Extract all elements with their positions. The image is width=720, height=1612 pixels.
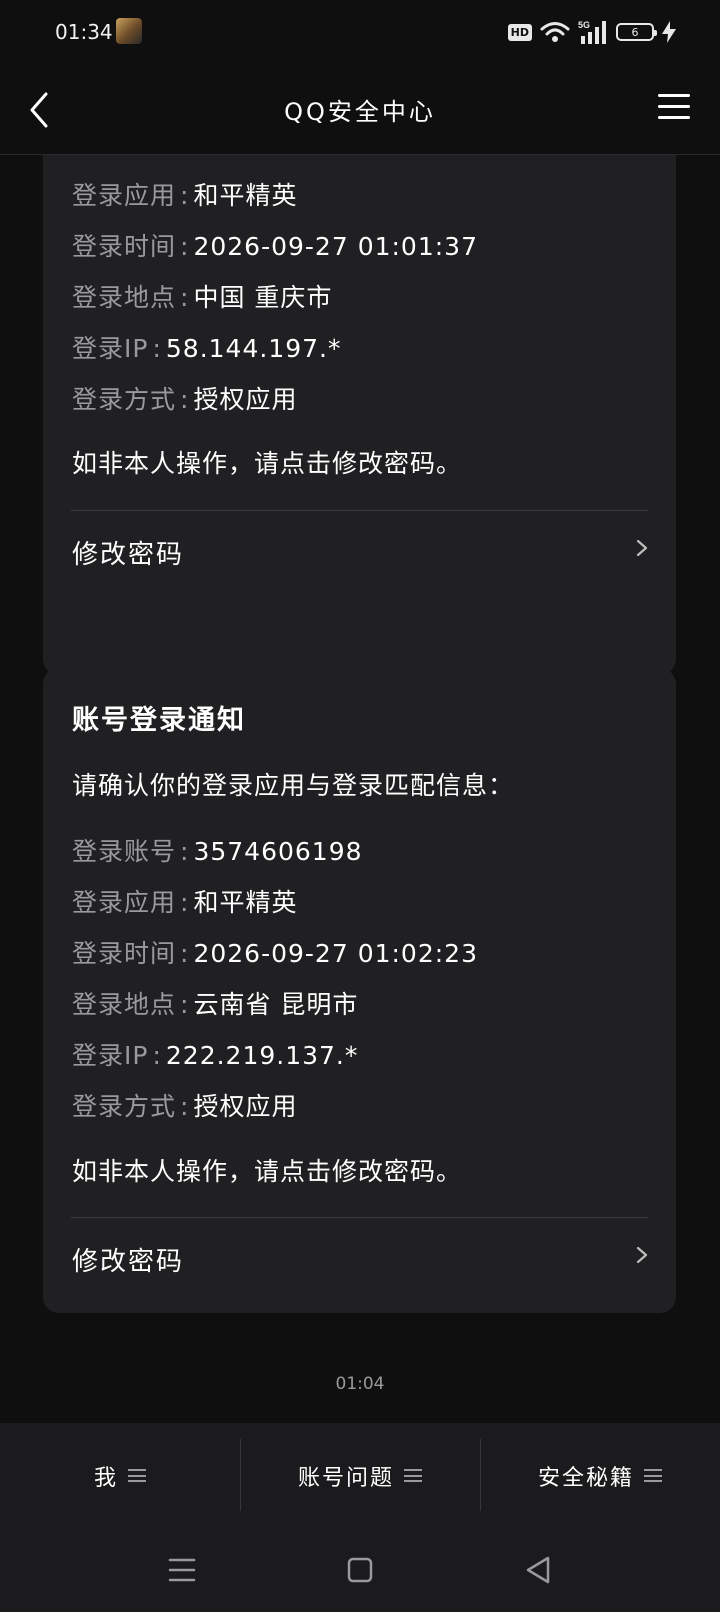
info-row-time: 登录时间:2026-09-27 01:01:37 <box>72 232 478 261</box>
menu-button[interactable] <box>658 94 690 120</box>
top-nav-bar: QQ安全中心 <box>0 66 720 155</box>
info-row-ip: 登录IP:222.219.137.* <box>72 1041 359 1070</box>
info-row-location: 登录地点: 云南省 昆明市 <box>72 990 359 1019</box>
info-row-account: 登录账号:3574606198 <box>72 837 363 866</box>
tab-account-issues[interactable]: 账号问题 <box>240 1423 480 1528</box>
signal-5g-icon: 5G <box>578 20 606 44</box>
info-row-method: 登录方式: 授权应用 <box>72 385 298 414</box>
divider <box>71 1217 648 1218</box>
card-title: 账号登录通知 <box>72 705 246 736</box>
status-time: 01:34 <box>55 20 113 44</box>
chevron-right-icon <box>636 540 648 556</box>
change-password-label: 修改密码 <box>72 540 185 570</box>
intro-text: 请确认你的登录应用与登录匹配信息： <box>72 771 515 800</box>
login-notice-card: 登录应用: 和平精英 登录时间:2026-09-27 01:01:37 登录地点:… <box>43 66 676 675</box>
page-title: QQ安全中心 <box>284 98 436 126</box>
info-row-app: 登录应用: 和平精英 <box>72 181 298 210</box>
menu-lines-icon <box>404 1469 422 1482</box>
recent-apps-icon[interactable] <box>162 1550 202 1590</box>
status-bar: 01:34 HD 5G 6 <box>0 0 720 66</box>
chevron-right-icon <box>636 1247 648 1263</box>
notice-text: 如非本人操作，请点击修改密码。 <box>72 1157 463 1186</box>
wifi-icon <box>540 22 570 42</box>
menu-lines-icon <box>644 1469 662 1482</box>
bottom-tab-bar: 我 账号问题 安全秘籍 <box>0 1423 720 1528</box>
menu-lines-icon <box>128 1469 146 1482</box>
notice-text: 如非本人操作，请点击修改密码。 <box>72 449 463 478</box>
back-triangle-icon[interactable] <box>518 1550 558 1590</box>
game-app-notification-icon <box>116 18 142 44</box>
hd-badge: HD <box>507 23 532 41</box>
battery-level: 6 <box>631 25 639 39</box>
message-timestamp: 01:04 <box>335 1374 385 1394</box>
home-icon[interactable] <box>340 1550 380 1590</box>
change-password-label: 修改密码 <box>72 1247 185 1277</box>
battery-icon: 6 <box>616 23 657 41</box>
status-icons: HD 5G 6 <box>507 18 676 46</box>
info-row-ip: 登录IP:58.144.197.* <box>72 334 342 363</box>
change-password-button[interactable]: 修改密码 <box>43 1219 676 1299</box>
info-row-app: 登录应用: 和平精英 <box>72 888 298 917</box>
message-list[interactable]: 登录应用: 和平精英 登录时间:2026-09-27 01:01:37 登录地点:… <box>0 66 720 1423</box>
divider <box>71 510 648 511</box>
info-row-time: 登录时间:2026-09-27 01:02:23 <box>72 939 478 968</box>
system-nav-bar <box>0 1528 720 1612</box>
login-notice-card: 账号登录通知 请确认你的登录应用与登录匹配信息： 登录账号:3574606198… <box>43 668 676 1313</box>
info-row-location: 登录地点: 中国 重庆市 <box>72 283 333 312</box>
charging-bolt-icon <box>662 21 676 43</box>
network-type-label: 5G <box>578 20 590 30</box>
tab-security-tips[interactable]: 安全秘籍 <box>480 1423 720 1528</box>
info-row-method: 登录方式: 授权应用 <box>72 1092 298 1121</box>
change-password-button[interactable]: 修改密码 <box>43 512 676 592</box>
tab-me[interactable]: 我 <box>0 1423 240 1528</box>
